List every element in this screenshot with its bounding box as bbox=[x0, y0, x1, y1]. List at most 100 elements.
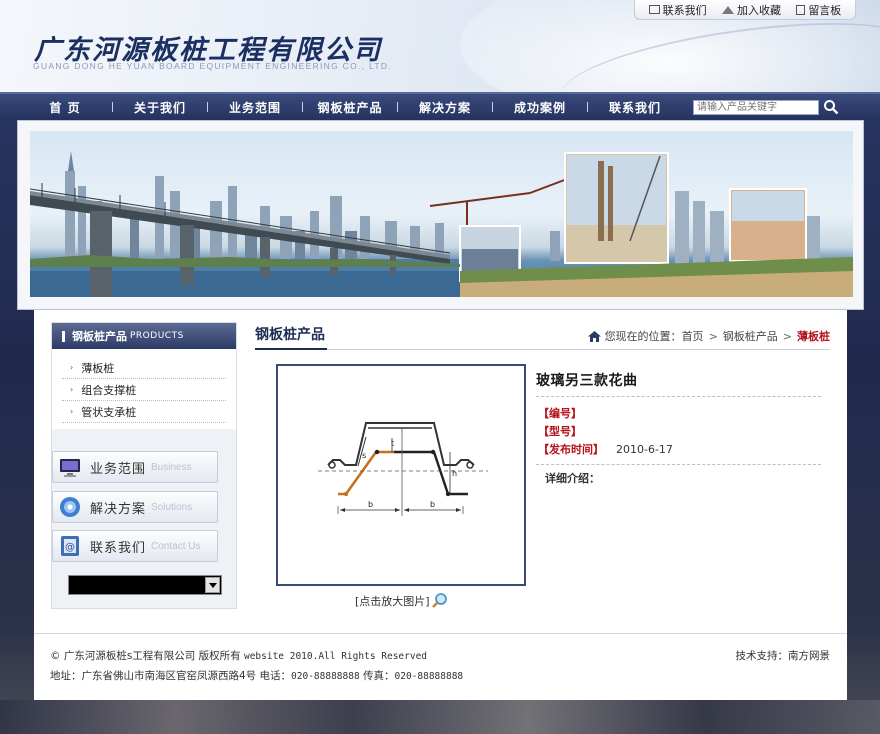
note-icon bbox=[796, 4, 806, 15]
city-banner-image bbox=[30, 131, 853, 297]
product-code-field: 【编号】 bbox=[538, 405, 582, 421]
product-code-label: 【编号】 bbox=[538, 407, 582, 420]
diagram-label-b-right: b bbox=[430, 500, 435, 509]
enlarge-image-link[interactable]: [点击放大图片] bbox=[355, 592, 448, 609]
business-button[interactable]: 业务范围 Business bbox=[52, 451, 218, 483]
nav-item-solutions[interactable]: 解决方案 bbox=[398, 99, 492, 116]
envelope-icon bbox=[648, 5, 660, 14]
footer-address: 地址：广东省佛山市南海区官窑凤源西路4号 电话： bbox=[50, 670, 292, 682]
search-icon[interactable] bbox=[823, 99, 839, 115]
product-image[interactable]: t s h b b bbox=[276, 364, 526, 586]
footer-tech-support[interactable]: 技术支持：南方网景 bbox=[736, 646, 831, 666]
nav-item-home[interactable]: 首 页 bbox=[18, 99, 112, 116]
sidebar-item-combined-pile[interactable]: › 组合支撑桩 bbox=[62, 379, 226, 401]
footer-divider bbox=[34, 633, 847, 634]
footer-rights: website 2010.All Rights Reserved bbox=[243, 651, 428, 662]
divider bbox=[536, 464, 821, 465]
guestbook-link[interactable]: 留言板 bbox=[796, 2, 841, 18]
solutions-button[interactable]: 解决方案 Solutions bbox=[52, 491, 218, 523]
product-content: 钢板桩产品 您现在的位置： 首页 > 钢板桩产品 > 薄板桩 t s h b b… bbox=[255, 322, 830, 612]
breadcrumb-prefix: 您现在的位置： bbox=[604, 330, 682, 343]
sidebar-category-list: › 薄板桩 › 组合支撑桩 › 管状支承桩 bbox=[52, 349, 236, 429]
chevron-down-icon[interactable] bbox=[205, 577, 220, 593]
home-icon bbox=[587, 330, 601, 342]
footer-fax: 020-88888888 bbox=[394, 671, 464, 682]
diagram-label-s: s bbox=[362, 451, 366, 460]
footer-fax-label: 传真： bbox=[359, 670, 395, 682]
footer-copyright: © 广东河源板桩s工程有限公司 版权所有 bbox=[50, 650, 244, 662]
svg-text:@: @ bbox=[65, 542, 75, 553]
main-navigation: 首 页 关于我们 业务范围 钢板桩产品 解决方案 成功案例 联系我们 bbox=[0, 92, 880, 120]
chevron-right-icon: › bbox=[70, 363, 74, 372]
sidebar-title-cn: 钢板桩产品 bbox=[72, 330, 127, 343]
nav-item-about[interactable]: 关于我们 bbox=[113, 99, 207, 116]
monitor-icon bbox=[60, 459, 80, 477]
chevron-right-icon: › bbox=[70, 385, 74, 394]
sidebar-item-label: 管状支承桩 bbox=[81, 405, 137, 419]
sidebar-item-label: 组合支撑桩 bbox=[81, 383, 137, 397]
sidebar-title-marker bbox=[62, 330, 65, 342]
sidebar-title-en: PRODUCTS bbox=[130, 331, 184, 341]
nav-item-cases[interactable]: 成功案例 bbox=[493, 99, 587, 116]
banner-frame bbox=[17, 120, 864, 310]
breadcrumb: 您现在的位置： 首页 > 钢板桩产品 > 薄板桩 bbox=[587, 328, 830, 344]
nav-item-business[interactable]: 业务范围 bbox=[208, 99, 302, 116]
magnifier-icon bbox=[431, 593, 447, 608]
breadcrumb-products-link[interactable]: 钢板桩产品 bbox=[723, 328, 778, 344]
contact-card-icon: @ bbox=[61, 536, 79, 556]
divider bbox=[536, 396, 821, 397]
top-links-bar: 联系我们 加入收藏 留言板 bbox=[634, 0, 856, 20]
sidebar-item-tube-pile[interactable]: › 管状支承桩 bbox=[62, 401, 226, 423]
search-input[interactable] bbox=[693, 100, 819, 115]
business-button-label: 业务范围 bbox=[90, 461, 147, 477]
business-button-label-en: Business bbox=[151, 461, 192, 473]
sidebar-title: 钢板桩产品 PRODUCTS bbox=[52, 323, 236, 349]
left-sidebar: 钢板桩产品 PRODUCTS › 薄板桩 › 组合支撑桩 › 管状支承桩 业务范… bbox=[51, 322, 237, 609]
footer-copyright-row: © 广东河源板桩s工程有限公司 版权所有 website 2010.All Ri… bbox=[50, 646, 830, 666]
chevron-right-icon: › bbox=[70, 407, 74, 416]
add-favorite-link-label: 加入收藏 bbox=[736, 3, 781, 17]
breadcrumb-home-link[interactable]: 首页 bbox=[682, 328, 704, 344]
content-header: 钢板桩产品 您现在的位置： 首页 > 钢板桩产品 > 薄板桩 bbox=[255, 322, 830, 350]
publish-date-field: 【发布时间】 2010-6-17 bbox=[538, 441, 673, 457]
contact-us-button-label-en: Contact Us bbox=[151, 540, 201, 552]
contact-us-link[interactable]: 联系我们 bbox=[648, 2, 707, 18]
home-icon bbox=[721, 5, 734, 14]
site-footer: © 广东河源板桩s工程有限公司 版权所有 website 2010.All Ri… bbox=[50, 646, 830, 686]
nav-item-products[interactable]: 钢板桩产品 bbox=[303, 99, 397, 116]
contact-us-button-label: 联系我们 bbox=[90, 540, 147, 556]
breadcrumb-current: 薄板桩 bbox=[797, 330, 830, 343]
diagram-label-b-left: b bbox=[368, 500, 373, 509]
site-header: 广东河源板桩工程有限公司 GUANG DONG HE YUAN BOARD EQ… bbox=[0, 0, 880, 92]
publish-date-label: 【发布时间】 bbox=[538, 443, 604, 456]
footer-address-row: 地址：广东省佛山市南海区官窑凤源西路4号 电话：020-88888888 传真：… bbox=[50, 666, 830, 686]
diagram-label-h: h bbox=[452, 469, 457, 478]
product-name: 玻璃另三款花曲 bbox=[536, 373, 638, 389]
nav-menu: 首 页 关于我们 业务范围 钢板桩产品 解决方案 成功案例 联系我们 bbox=[18, 94, 682, 120]
city-skyline-illustration bbox=[30, 151, 853, 297]
guestbook-link-label: 留言板 bbox=[808, 3, 842, 17]
product-model-field: 【型号】 bbox=[538, 423, 582, 439]
solutions-button-label: 解决方案 bbox=[90, 501, 147, 517]
page-title: 钢板桩产品 bbox=[255, 322, 327, 350]
breadcrumb-separator: > bbox=[708, 329, 718, 343]
product-model-label: 【型号】 bbox=[538, 425, 582, 438]
diagram-label-t: t bbox=[391, 439, 394, 448]
site-link-dropdown[interactable] bbox=[68, 575, 222, 595]
disc-icon bbox=[60, 497, 80, 517]
sidebar-item-thin-pile[interactable]: › 薄板桩 bbox=[62, 357, 226, 379]
company-logo-english: GUANG DONG HE YUAN BOARD EQUIPMENT ENGIN… bbox=[33, 61, 393, 71]
publish-date-value: 2010-6-17 bbox=[616, 442, 673, 456]
contact-us-link-label: 联系我们 bbox=[662, 3, 707, 17]
enlarge-image-label: [点击放大图片] bbox=[355, 594, 430, 608]
detail-heading: 详细介绍： bbox=[545, 472, 600, 485]
nav-item-contact[interactable]: 联系我们 bbox=[588, 99, 682, 116]
sheet-pile-diagram: t s h b b bbox=[318, 422, 488, 516]
add-favorite-link[interactable]: 加入收藏 bbox=[721, 2, 781, 18]
main-content-panel: 钢板桩产品 PRODUCTS › 薄板桩 › 组合支撑桩 › 管状支承桩 业务范… bbox=[34, 310, 847, 700]
footer-phone: 020-88888888 bbox=[291, 671, 360, 682]
contact-us-button[interactable]: @ 联系我们 Contact Us bbox=[52, 530, 218, 562]
breadcrumb-separator: > bbox=[782, 329, 792, 343]
sidebar-item-label: 薄板桩 bbox=[81, 361, 115, 375]
solutions-button-label-en: Solutions bbox=[151, 501, 193, 513]
